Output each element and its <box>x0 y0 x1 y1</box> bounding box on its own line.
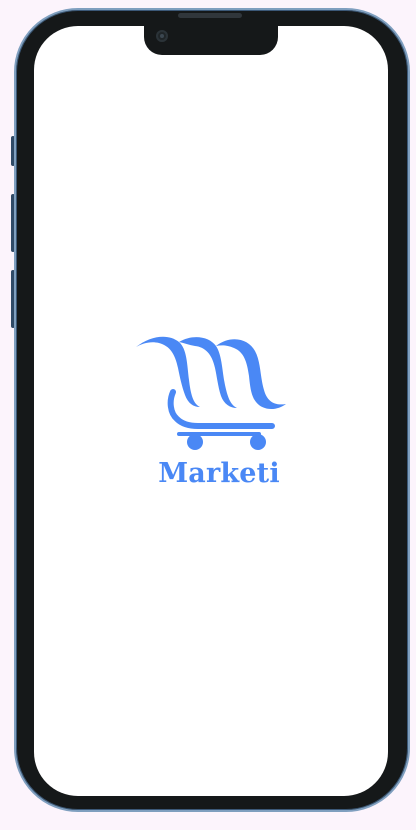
front-camera-icon <box>156 30 168 42</box>
brand-name: Marketi <box>158 458 280 489</box>
brand-logo <box>132 330 292 458</box>
shopping-cart-m-logo-icon <box>136 336 286 450</box>
speaker-grille <box>178 13 242 18</box>
